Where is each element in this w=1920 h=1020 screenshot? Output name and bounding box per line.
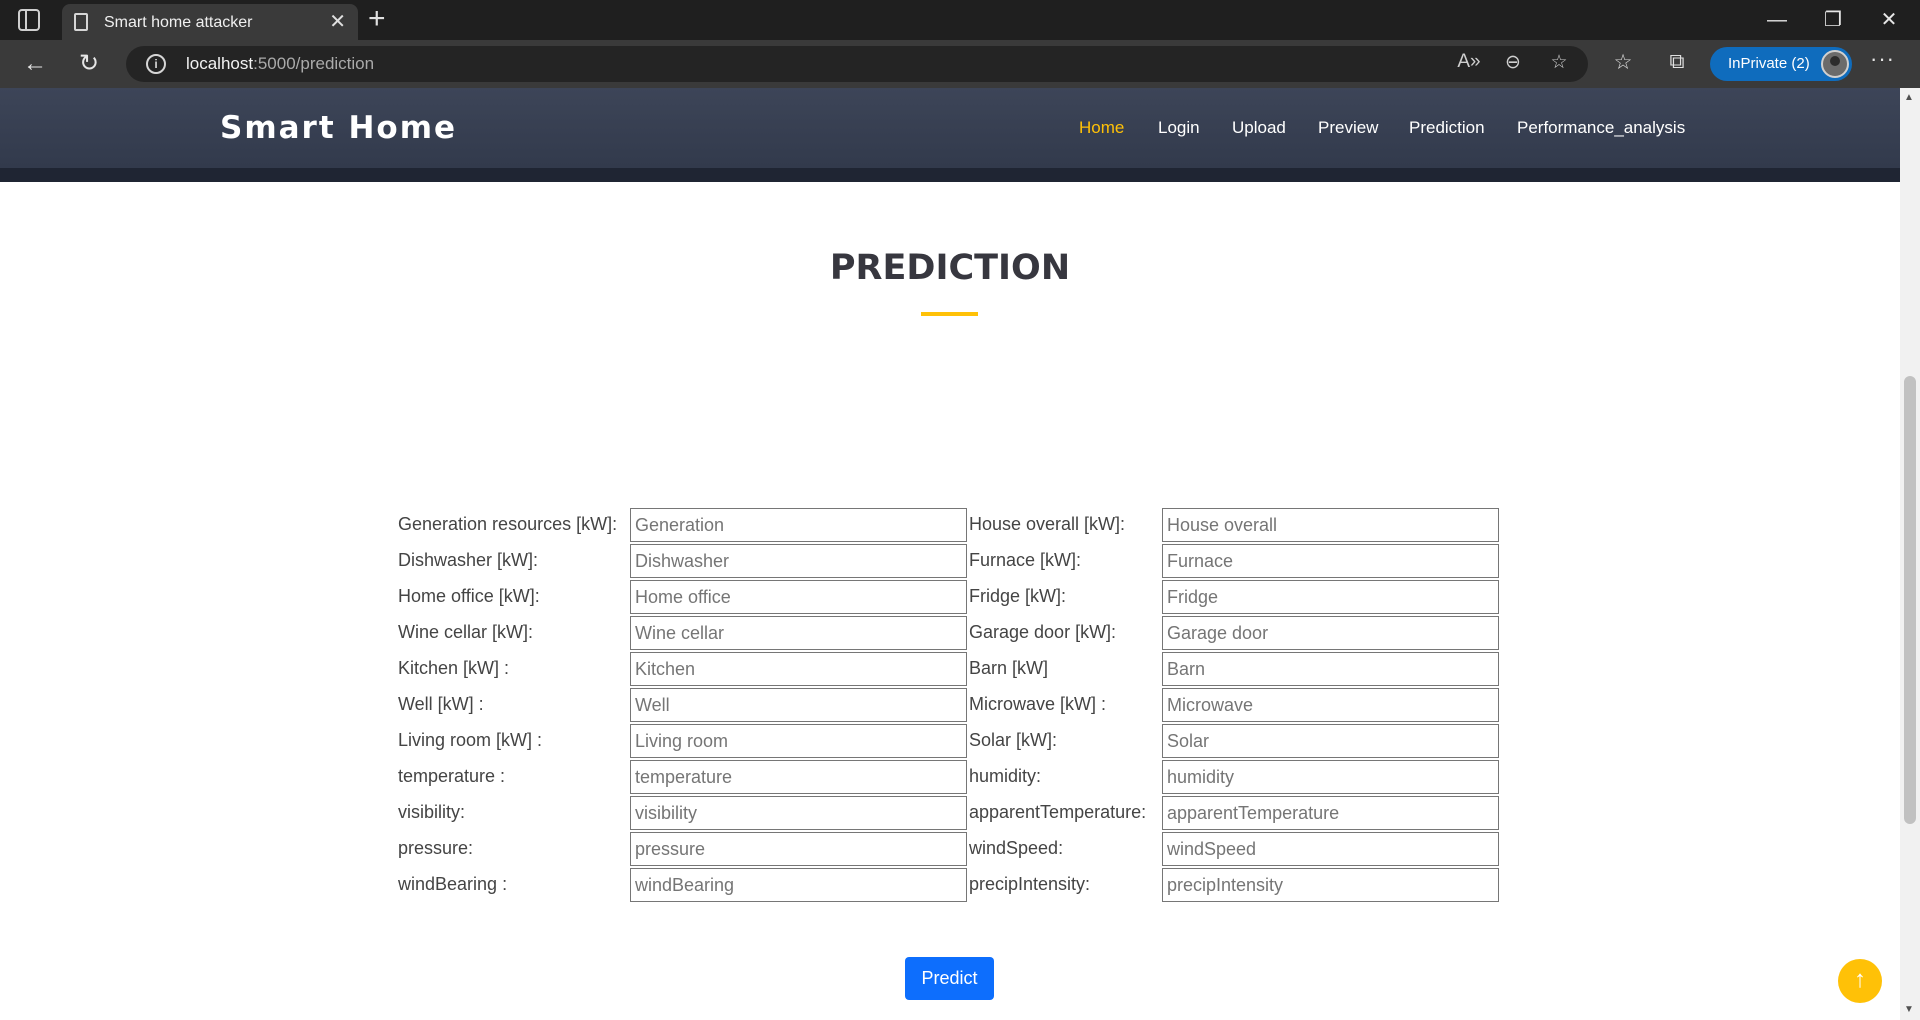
- left-field-label: Living room [kW] :: [398, 730, 543, 750]
- right-field-label: Garage door [kW]:: [969, 622, 1117, 642]
- nav-preview[interactable]: Preview: [1318, 118, 1378, 138]
- scroll-down-icon[interactable]: ▼: [1904, 1004, 1914, 1015]
- left-field-label: Generation resources [kW]:: [398, 514, 618, 534]
- left-field-label: visibility:: [398, 802, 466, 822]
- right-field-input[interactable]: [1162, 544, 1499, 578]
- left-field-label: Wine cellar [kW]:: [398, 622, 534, 642]
- left-field-input[interactable]: [630, 508, 967, 542]
- left-field-input[interactable]: [630, 868, 967, 902]
- right-field-label: humidity:: [969, 766, 1042, 786]
- right-field-input[interactable]: [1162, 832, 1499, 866]
- page-icon: [74, 13, 88, 31]
- back-icon[interactable]: ←: [20, 50, 50, 78]
- add-favorite-icon[interactable]: ☆: [1546, 51, 1572, 74]
- left-field-label: temperature :: [398, 766, 506, 786]
- left-field-input[interactable]: [630, 796, 967, 830]
- tab-actions-icon[interactable]: [18, 9, 40, 31]
- right-field-label: Fridge [kW]:: [969, 586, 1067, 606]
- right-field-input[interactable]: [1162, 868, 1499, 902]
- window-close-icon[interactable]: ✕: [1874, 6, 1904, 34]
- scrollbar-thumb[interactable]: [1904, 376, 1916, 824]
- browser-tab[interactable]: Smart home attacker ✕: [62, 4, 358, 40]
- right-field-input[interactable]: [1162, 652, 1499, 686]
- right-field-label: windSpeed:: [969, 838, 1064, 858]
- more-menu-icon[interactable]: ···: [1870, 46, 1895, 72]
- inprivate-button[interactable]: InPrivate (2): [1710, 47, 1852, 81]
- left-field-label: Home office [kW]:: [398, 586, 540, 606]
- inprivate-label: InPrivate (2): [1728, 55, 1810, 72]
- right-field-label: apparentTemperature:: [969, 802, 1147, 822]
- refresh-icon[interactable]: ↻: [74, 50, 104, 78]
- tab-close-icon[interactable]: ✕: [329, 10, 346, 34]
- left-field-label: Kitchen [kW] :: [398, 658, 510, 678]
- left-field-input[interactable]: [630, 688, 967, 722]
- nav-login[interactable]: Login: [1158, 118, 1200, 138]
- address-bar[interactable]: i localhost:5000/prediction A» ⊖ ☆: [126, 46, 1588, 82]
- right-field-input[interactable]: [1162, 760, 1499, 794]
- left-field-input[interactable]: [630, 724, 967, 758]
- nav-upload[interactable]: Upload: [1232, 118, 1286, 138]
- collections-icon[interactable]: ⧉: [1662, 50, 1692, 74]
- profile-avatar: [1821, 50, 1849, 78]
- left-field-label: Well [kW] :: [398, 694, 484, 714]
- left-field-label: pressure:: [398, 838, 474, 858]
- favorites-icon[interactable]: ☆: [1608, 50, 1638, 75]
- left-field-input[interactable]: [630, 580, 967, 614]
- right-field-label: House overall [kW]:: [969, 514, 1126, 534]
- right-field-input[interactable]: [1162, 616, 1499, 650]
- right-field-input[interactable]: [1162, 724, 1499, 758]
- right-field-label: Microwave [kW] :: [969, 694, 1107, 714]
- left-field-label: windBearing :: [398, 874, 508, 894]
- browser-toolbar: ← ↻ i localhost:5000/prediction A» ⊖ ☆ ☆…: [0, 40, 1920, 88]
- right-field-input[interactable]: [1162, 508, 1499, 542]
- left-field-input[interactable]: [630, 616, 967, 650]
- right-field-input[interactable]: [1162, 580, 1499, 614]
- brand-logo[interactable]: Smart Home: [220, 110, 457, 146]
- site-info-icon[interactable]: i: [146, 54, 166, 74]
- right-field-input[interactable]: [1162, 688, 1499, 722]
- tab-title: Smart home attacker: [104, 14, 253, 31]
- url-text[interactable]: localhost:5000/prediction: [186, 54, 374, 74]
- right-field-label: Solar [kW]:: [969, 730, 1058, 750]
- browser-tab-strip: Smart home attacker ✕ + — ❐ ✕: [0, 0, 1920, 40]
- right-field-label: Furnace [kW]:: [969, 550, 1082, 570]
- page-viewport: Smart Home Home Login Upload Preview Pre…: [0, 88, 1900, 1020]
- arrow-up-icon[interactable]: ↑: [1838, 959, 1882, 1003]
- minimize-icon[interactable]: —: [1762, 6, 1792, 34]
- scroll-up-icon[interactable]: ▲: [1904, 92, 1914, 103]
- left-field-input[interactable]: [630, 652, 967, 686]
- right-field-input[interactable]: [1162, 796, 1499, 830]
- right-field-label: Barn [kW]: [969, 658, 1049, 678]
- zoom-icon[interactable]: ⊖: [1500, 51, 1526, 74]
- scrollbar[interactable]: ▲ ▼: [1900, 88, 1920, 1020]
- nav-performance-analysis[interactable]: Performance_analysis: [1517, 118, 1685, 138]
- left-field-label: Dishwasher [kW]:: [398, 550, 539, 570]
- site-header: Smart Home Home Login Upload Preview Pre…: [0, 88, 1900, 182]
- url-host: localhost: [186, 54, 254, 73]
- restore-icon[interactable]: ❐: [1818, 6, 1848, 34]
- title-underline: [921, 312, 978, 316]
- nav-home[interactable]: Home: [1079, 118, 1124, 138]
- page-title: PREDICTION: [829, 248, 1071, 288]
- left-field-input[interactable]: [630, 832, 967, 866]
- new-tab-icon[interactable]: +: [368, 3, 386, 35]
- right-field-label: precipIntensity:: [969, 874, 1091, 894]
- read-aloud-icon[interactable]: A»: [1456, 51, 1482, 73]
- nav-prediction[interactable]: Prediction: [1409, 118, 1485, 138]
- left-field-input[interactable]: [630, 760, 967, 794]
- url-path: :5000/prediction: [253, 54, 375, 73]
- left-field-input[interactable]: [630, 544, 967, 578]
- predict-button[interactable]: Predict: [905, 957, 994, 1000]
